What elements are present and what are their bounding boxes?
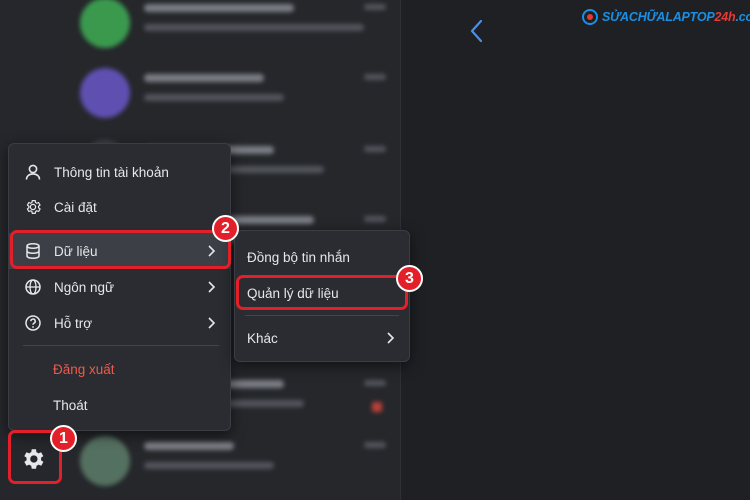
submenu-divider — [245, 315, 399, 316]
menu-item-language[interactable]: Ngôn ngữ — [9, 269, 230, 305]
menu-item-quit[interactable]: Thoát — [9, 387, 230, 423]
chevron-left-icon[interactable] — [466, 18, 488, 44]
list-item[interactable] — [76, 0, 394, 54]
logo-text: SỬACHỮALAPTOP24h.com — [602, 10, 750, 24]
submenu-item-label: Khác — [247, 330, 278, 346]
menu-item-label: Cài đặt — [54, 199, 97, 215]
menu-item-support[interactable]: Hỗ trợ — [9, 305, 230, 341]
menu-item-logout[interactable]: Đăng xuất — [9, 351, 230, 387]
highlight-box-step2 — [10, 230, 231, 269]
step-badge-1: 1 — [50, 425, 77, 452]
chat-area — [400, 0, 750, 500]
globe-icon — [23, 277, 43, 297]
menu-item-settings[interactable]: Cài đặt — [9, 189, 230, 225]
menu-divider — [23, 345, 219, 346]
user-icon — [23, 162, 43, 182]
settings-icon — [23, 197, 43, 217]
submenu-item-sync-messages[interactable]: Đồng bộ tin nhắn — [235, 239, 409, 275]
menu-item-label: Hỗ trợ — [54, 315, 93, 331]
menu-item-label: Ngôn ngữ — [54, 279, 115, 295]
chevron-right-icon — [208, 317, 216, 329]
watermark-logo: SỬACHỮALAPTOP24h.com — [582, 6, 750, 28]
settings-popup-menu: Thông tin tài khoản Cài đặt Dữ liệu Ngôn… — [8, 143, 231, 431]
list-item[interactable] — [76, 64, 394, 124]
step-badge-3: 3 — [396, 265, 423, 292]
highlight-box-step3 — [236, 275, 408, 310]
menu-item-label: Thông tin tài khoản — [54, 164, 169, 180]
list-item[interactable] — [76, 432, 394, 492]
chevron-right-icon — [387, 332, 395, 344]
logo-icon — [582, 9, 598, 25]
step-badge-2: 2 — [212, 215, 239, 242]
help-icon — [23, 313, 43, 333]
submenu-item-other[interactable]: Khác — [235, 320, 409, 356]
chevron-right-icon — [208, 281, 216, 293]
menu-item-account-info[interactable]: Thông tin tài khoản — [9, 154, 230, 190]
